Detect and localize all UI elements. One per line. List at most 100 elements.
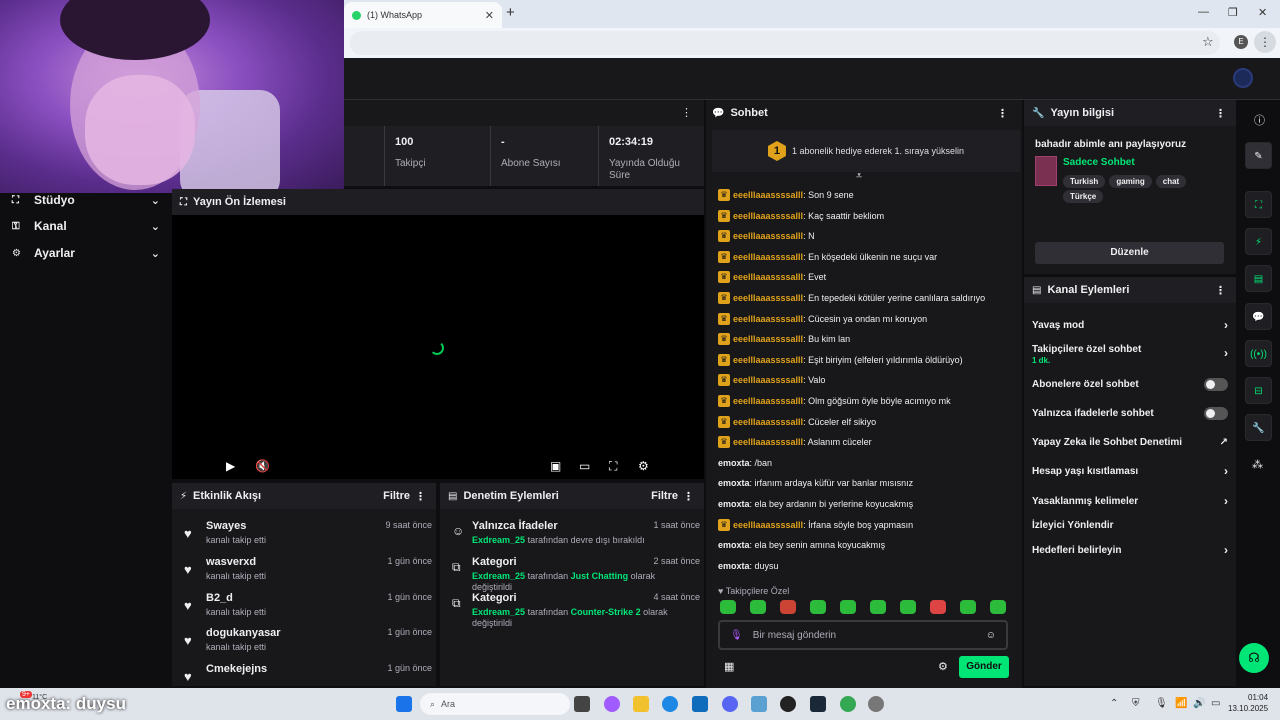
chat-username[interactable]: emoxta [718, 561, 750, 571]
clip-icon[interactable]: ⛶ [1245, 191, 1272, 218]
stream-preview[interactable]: ▶ 🔇 ▣ ▭ ⛶ ⚙ [172, 215, 704, 479]
tab-close-icon[interactable]: ✕ [485, 9, 494, 22]
tag[interactable]: chat [1155, 175, 1187, 188]
chat-input[interactable]: 🎙 Bir mesaj gönderin ☺ [718, 620, 1008, 650]
chat-username[interactable]: eeelllaaassssalll [733, 417, 803, 427]
event-filter-button[interactable]: Filtre [383, 490, 410, 502]
new-tab-button[interactable]: + [506, 4, 515, 21]
subscribers-only-row[interactable]: Abonelere özel sohbet [1032, 374, 1228, 394]
emote[interactable] [810, 600, 826, 614]
event-menu-icon[interactable]: ⋮ [415, 490, 426, 503]
emote[interactable] [780, 600, 796, 614]
chat-username[interactable]: emoxta [718, 499, 750, 509]
account-age-row[interactable]: Hesap yaşı kısıtlaması › [1032, 461, 1228, 481]
minimize-button[interactable]: — [1198, 6, 1209, 18]
copilot-icon[interactable] [604, 696, 620, 712]
chat-username[interactable]: eeelllaaassssalll [733, 190, 803, 200]
play-icon[interactable]: ▶ [226, 459, 235, 473]
raid-icon[interactable]: ⊟ [1245, 377, 1272, 404]
settings-icon[interactable]: ⚙ [638, 459, 649, 473]
support-icon[interactable]: ☊ [1239, 643, 1269, 673]
broadcast-icon[interactable]: ((•)) [1245, 340, 1272, 367]
info-icon[interactable]: ⓘ [1254, 112, 1265, 128]
chat-menu-icon[interactable]: ⋮ [997, 107, 1008, 120]
user-avatar[interactable] [1233, 68, 1253, 88]
chat-icon[interactable]: 💬 [1245, 303, 1272, 330]
edit-icon[interactable]: ✎ [1245, 142, 1272, 169]
emote[interactable] [720, 600, 736, 614]
mic-icon[interactable]: 🎙 [730, 630, 743, 641]
chat-username[interactable]: eeelllaaassssalll [733, 437, 803, 447]
app-icon[interactable] [780, 696, 796, 712]
miniplayer-icon[interactable]: ▣ [550, 459, 561, 473]
store-icon[interactable]: ▦ [724, 660, 734, 673]
edge-icon[interactable] [662, 696, 678, 712]
sidebar-item-settings[interactable]: ⚙ Ayarlar ⌄ [12, 243, 160, 263]
emoji-icon[interactable]: ☺ [986, 630, 996, 641]
tray-icon[interactable]: ⛨ [1132, 698, 1140, 709]
chat-username[interactable]: eeelllaaassssalll [733, 314, 803, 324]
volume-icon[interactable]: 🔊 [1193, 698, 1205, 709]
chat-username[interactable]: emoxta [718, 540, 750, 550]
stream-info-menu-icon[interactable]: ⋮ [1215, 107, 1226, 120]
chat-username[interactable]: emoxta [718, 458, 750, 468]
raid-row[interactable]: İzleyici Yönlendir [1032, 515, 1228, 535]
toggle-switch[interactable] [1204, 377, 1228, 391]
emote[interactable] [930, 600, 946, 614]
battery-icon[interactable]: ▭ [1211, 698, 1220, 709]
tag[interactable]: Türkçe [1063, 190, 1104, 203]
ad-icon[interactable]: ⚡ [1245, 228, 1272, 255]
restore-button[interactable]: ❐ [1228, 6, 1238, 19]
emote[interactable] [840, 600, 856, 614]
tray-chevron-icon[interactable]: ⌃ [1110, 698, 1118, 709]
taskbar-clock[interactable]: 01:04 13.10.2025 [1228, 692, 1268, 714]
profile-avatar[interactable]: E [1234, 35, 1248, 49]
category-name[interactable]: Sadece Sohbet [1063, 157, 1135, 168]
toggle-switch[interactable] [1204, 406, 1228, 420]
chat-settings-icon[interactable]: ⚙ [938, 660, 948, 673]
mod-filter-button[interactable]: Filtre [651, 490, 678, 502]
chat-username[interactable]: eeelllaaassssalll [733, 334, 803, 344]
app-icon[interactable] [751, 696, 767, 712]
steam-icon[interactable] [810, 696, 826, 712]
chat-username[interactable]: eeelllaaassssalll [733, 375, 803, 385]
followers-only-row[interactable]: Takipçilere özel sohbet 1 dk. › [1032, 344, 1228, 370]
emote[interactable] [960, 600, 976, 614]
taskbar-search[interactable]: ⌕ Ara [420, 693, 570, 715]
outlook-icon[interactable] [692, 696, 708, 712]
chat-username[interactable]: eeelllaaassssalll [733, 396, 803, 406]
wifi-icon[interactable]: 📶 [1175, 698, 1187, 709]
marker-icon[interactable]: ▤ [1245, 265, 1272, 292]
ai-moderation-row[interactable]: Yapay Zeka ile Sohbet Denetimi ↗ [1032, 432, 1228, 452]
settings-app-icon[interactable] [868, 696, 884, 712]
banned-words-row[interactable]: Yasaklanmış kelimeler › [1032, 491, 1228, 511]
tag[interactable]: gaming [1109, 175, 1152, 188]
chat-username[interactable]: eeelllaaassssalll [733, 211, 803, 221]
chat-username[interactable]: eeelllaaassssalll [733, 520, 803, 530]
file-explorer-icon[interactable] [633, 696, 649, 712]
close-window-button[interactable]: ✕ [1258, 6, 1267, 19]
chat-username[interactable]: eeelllaaassssalll [733, 355, 803, 365]
chat-username[interactable]: eeelllaaassssalll [733, 231, 803, 241]
chat-username[interactable]: eeelllaaassssalll [733, 272, 803, 282]
fullscreen-icon[interactable]: ⛶ [609, 459, 617, 474]
address-bar[interactable] [350, 31, 1220, 55]
add-action-icon[interactable]: ⁂ [1252, 458, 1263, 471]
tag[interactable]: Turkish [1063, 175, 1106, 188]
mic-tray-icon[interactable]: 🎙 [1155, 698, 1168, 709]
chrome-icon[interactable] [840, 696, 856, 712]
browser-menu-icon[interactable]: ⋮ [1254, 31, 1276, 53]
emote[interactable] [900, 600, 916, 614]
browser-tab[interactable]: (1) WhatsApp ✕ [344, 2, 502, 28]
chat-username[interactable]: emoxta [718, 478, 750, 488]
sidebar-item-channel[interactable]: ⚿ Kanal ⌄ [12, 216, 160, 236]
sidebar-item-studio[interactable]: ⛶ Stüdyo ⌄ [12, 190, 160, 210]
wrench-rail-icon[interactable]: 🔧 [1245, 414, 1272, 441]
theatre-icon[interactable]: ▭ [579, 459, 590, 473]
emote[interactable] [750, 600, 766, 614]
mod-menu-icon[interactable]: ⋮ [683, 490, 694, 503]
slow-mode-row[interactable]: Yavaş mod › [1032, 315, 1228, 335]
goals-row[interactable]: Hedefleri belirleyin › [1032, 540, 1228, 560]
task-view-icon[interactable] [574, 696, 590, 712]
mute-icon[interactable]: 🔇 [255, 459, 270, 473]
